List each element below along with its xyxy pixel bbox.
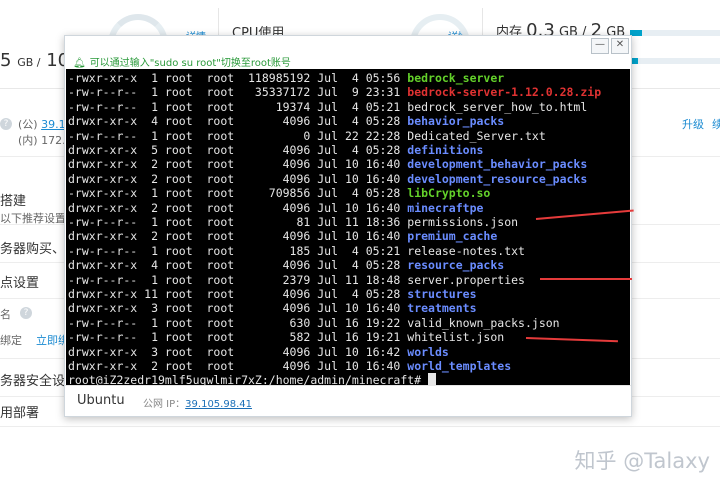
terminal-line: drwxr-xr-x 2 root root 4096 Jul 10 16:40… bbox=[68, 201, 483, 215]
file-name: structures bbox=[407, 287, 477, 301]
terminal-line: drwxr-xr-x 3 root root 4096 Jul 10 16:42… bbox=[68, 345, 449, 359]
file-meta: -rw-r--r-- 1 root root 35337172 Jul 9 23… bbox=[68, 85, 408, 100]
file-meta: -rw-r--r-- 1 root root 81 Jul 11 18:36 bbox=[68, 215, 408, 229]
terminal-line: drwxr-xr-x 2 root root 4096 Jul 10 16:40… bbox=[68, 172, 587, 186]
dialog-controls: — ✕ bbox=[591, 38, 629, 54]
file-meta: -rw-r--r-- 1 root root 2379 Jul 11 18:48 bbox=[68, 272, 408, 287]
file-name: permissions.json bbox=[407, 215, 519, 229]
help-icon[interactable]: ? bbox=[0, 118, 12, 130]
file-name: development_behavior_packs bbox=[407, 157, 588, 172]
file-meta: drwxr-xr-x 2 root root 4096 Jul 10 16:40 bbox=[68, 171, 408, 186]
file-meta: -rw-r--r-- 1 root root 582 Jul 16 19:21 bbox=[68, 330, 408, 345]
file-meta: drwxr-xr-x 2 root root 4096 Jul 10 16:40 bbox=[68, 359, 408, 373]
file-meta: -rwxr-xr-x 1 root root 118985192 Jul 4 0… bbox=[68, 71, 408, 85]
file-name: premium_cache bbox=[407, 229, 498, 244]
terminal-line: drwxr-xr-x 4 root root 4096 Jul 4 05:28 … bbox=[68, 114, 504, 128]
file-name: worlds bbox=[407, 344, 449, 359]
terminal-line: -rwxr-xr-x 1 root root 709856 Jul 4 05:2… bbox=[68, 186, 490, 200]
file-meta: drwxr-xr-x 4 root root 4096 Jul 4 05:28 bbox=[68, 258, 408, 273]
file-name: release-notes.txt bbox=[407, 243, 525, 258]
terminal-line: drwxr-xr-x 2 root root 4096 Jul 10 16:40… bbox=[68, 157, 587, 171]
file-name: bedrock_server_how_to.html bbox=[407, 99, 588, 114]
file-name: bedrock-server-1.12.0.28.zip bbox=[407, 85, 602, 100]
terminal-line: -rw-r--r-- 1 root root 630 Jul 16 19:22 … bbox=[68, 316, 560, 330]
terminal-line: -rw-r--r-- 1 root root 185 Jul 4 05:21 r… bbox=[68, 244, 525, 258]
terminal-line: -rw-r--r-- 1 root root 582 Jul 16 19:21 … bbox=[68, 330, 504, 344]
file-name: behavior_packs bbox=[407, 114, 505, 129]
renew-link[interactable]: 续 bbox=[712, 116, 720, 132]
file-meta: drwxr-xr-x 2 root root 4096 Jul 10 16:40 bbox=[68, 157, 408, 172]
prompt-text: root@iZ2zedr19mlf5uqwlmir7xZ:/home/admin… bbox=[68, 373, 429, 385]
file-meta: drwxr-xr-x 3 root root 4096 Jul 10 16:40 bbox=[68, 301, 408, 316]
file-name: development_resource_packs bbox=[407, 171, 588, 186]
file-name: resource_packs bbox=[407, 258, 505, 273]
root-hint: 🔔︎ 可以通过输入"sudo su root"切换至root账号 bbox=[73, 58, 291, 69]
terminal-line: drwxr-xr-x 3 root root 4096 Jul 10 16:40… bbox=[68, 301, 477, 315]
annotation-arrow bbox=[540, 278, 632, 280]
file-name: whitelist.json bbox=[407, 330, 505, 345]
close-button[interactable]: ✕ bbox=[611, 38, 629, 54]
file-name: definitions bbox=[407, 143, 484, 157]
file-meta: -rw-r--r-- 1 root root 630 Jul 16 19:22 bbox=[68, 315, 408, 330]
terminal-line: -rw-r--r-- 1 root root 35337172 Jul 9 23… bbox=[68, 85, 601, 99]
secondary-bar bbox=[630, 58, 720, 64]
terminal-line: -rw-r--r-- 1 root root 19374 Jul 4 05:21… bbox=[68, 100, 587, 114]
terminal-line: drwxr-xr-x 2 root root 4096 Jul 10 16:40… bbox=[68, 229, 497, 243]
file-meta: -rwxr-xr-x 1 root root 709856 Jul 4 05:2… bbox=[68, 186, 408, 201]
file-meta: drwxr-xr-x 4 root root 4096 Jul 4 05:28 bbox=[68, 114, 408, 129]
file-name: server.properties bbox=[407, 272, 525, 287]
terminal-line: drwxr-xr-x 11 root root 4096 Jul 4 05:28… bbox=[68, 287, 477, 301]
file-meta: drwxr-xr-x 11 root root 4096 Jul 4 05:28 bbox=[68, 287, 408, 301]
memory-bar bbox=[630, 30, 720, 36]
file-name: libCrypto.so bbox=[407, 186, 491, 201]
cursor bbox=[428, 373, 437, 385]
terminal-line: drwxr-xr-x 5 root root 4096 Jul 4 05:28 … bbox=[68, 143, 483, 157]
terminal-line: -rw-r--r-- 1 root root 2379 Jul 11 18:48… bbox=[68, 273, 525, 287]
terminal-line: drwxr-xr-x 4 root root 4096 Jul 4 05:28 … bbox=[68, 258, 504, 272]
terminal-line: -rw-r--r-- 1 root root 0 Jul 22 22:28 De… bbox=[68, 129, 546, 143]
file-meta: drwxr-xr-x 3 root root 4096 Jul 10 16:42 bbox=[68, 344, 408, 359]
watermark: 知乎 @Talaxy bbox=[574, 449, 710, 473]
upgrade-link[interactable]: 升级 bbox=[682, 116, 704, 132]
os-name: Ubuntu bbox=[77, 393, 125, 408]
file-meta: drwxr-xr-x 5 root root 4096 Jul 4 05:28 bbox=[68, 143, 408, 157]
file-name: valid_known_packs.json bbox=[407, 315, 560, 330]
minimize-button[interactable]: — bbox=[591, 38, 609, 54]
file-meta: -rw-r--r-- 1 root root 185 Jul 4 05:21 bbox=[68, 243, 408, 258]
terminal-line: -rw-r--r-- 1 root root 81 Jul 11 18:36 p… bbox=[68, 215, 518, 229]
file-name: world_templates bbox=[407, 359, 512, 373]
file-name: minecraftpe bbox=[407, 200, 484, 215]
file-meta: -rw-r--r-- 1 root root 0 Jul 22 22:28 bbox=[68, 128, 408, 143]
bell-icon: 🔔︎ bbox=[73, 58, 86, 69]
file-meta: drwxr-xr-x 2 root root 4096 Jul 10 16:40 bbox=[68, 229, 408, 244]
dialog-footer: Ubuntu 公网 IP：39.105.98.41 bbox=[65, 385, 631, 416]
terminal-dialog: — ✕ 🔔︎ 可以通过输入"sudo su root"切换至root账号 -rwx… bbox=[64, 35, 632, 417]
public-ip-value[interactable]: 39.105.98.41 bbox=[185, 399, 252, 410]
public-ip-label: 公网 IP：39.105.98.41 bbox=[143, 399, 252, 410]
file-name: treatments bbox=[407, 301, 477, 316]
file-name: Dedicated_Server.txt bbox=[407, 128, 546, 143]
help-icon[interactable]: ? bbox=[20, 307, 32, 319]
shell-prompt[interactable]: root@iZ2zedr19mlf5uqwlmir7xZ:/home/admin… bbox=[68, 373, 437, 385]
file-name: bedrock_server bbox=[407, 71, 505, 85]
terminal-line: drwxr-xr-x 2 root root 4096 Jul 10 16:40… bbox=[68, 359, 511, 373]
file-meta: -rw-r--r-- 1 root root 19374 Jul 4 05:21 bbox=[68, 99, 408, 114]
file-meta: drwxr-xr-x 2 root root 4096 Jul 10 16:40 bbox=[68, 200, 408, 215]
terminal-line: -rwxr-xr-x 1 root root 118985192 Jul 4 0… bbox=[68, 71, 504, 85]
